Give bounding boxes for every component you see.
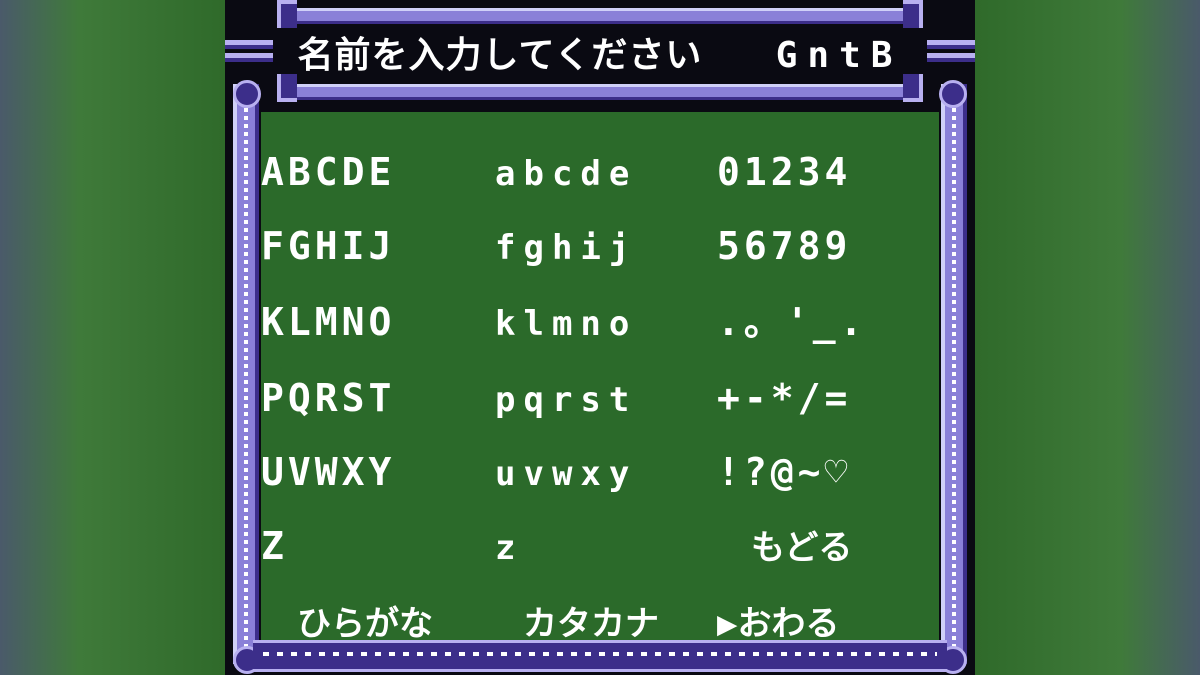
char-row-symbols[interactable]: +-*/= xyxy=(717,374,851,422)
character-grid: ABCDE FGHIJ KLMNO PQRST UVWXY Z abcde fg… xyxy=(261,112,939,644)
char-row-lowercase[interactable]: z xyxy=(495,524,523,572)
header-corner xyxy=(903,0,923,28)
char-row-symbols[interactable]: .。'_. xyxy=(717,298,867,346)
title-stripe-left xyxy=(225,40,273,66)
header-text: 名前を入力してください GntB xyxy=(295,30,905,82)
header-corner xyxy=(277,0,297,28)
keyboard-frame: ABCDE FGHIJ KLMNO PQRST UVWXY Z abcde fg… xyxy=(233,80,967,674)
katakana-option[interactable]: カタカナ xyxy=(523,602,659,646)
char-row-lowercase[interactable]: klmno xyxy=(495,300,637,348)
char-row-lowercase[interactable]: abcde xyxy=(495,150,637,198)
char-row-lowercase[interactable]: fghij xyxy=(495,224,637,272)
char-row-uppercase[interactable]: KLMNO xyxy=(261,298,395,346)
char-row-lowercase[interactable]: uvwxy xyxy=(495,450,637,498)
name-prompt: 名前を入力してください xyxy=(297,35,703,76)
title-stripe-right xyxy=(927,40,975,66)
back-option[interactable]: もどる xyxy=(751,526,852,570)
frame-knob xyxy=(939,80,967,108)
char-row-uppercase[interactable]: FGHIJ xyxy=(261,222,395,270)
char-row-uppercase[interactable]: ABCDE xyxy=(261,148,395,196)
char-row-uppercase[interactable]: UVWXY xyxy=(261,448,395,496)
finish-label: おわる xyxy=(737,604,840,644)
header-border-top xyxy=(295,8,905,24)
frame-pillar-left xyxy=(233,84,259,664)
right-backdrop xyxy=(975,0,1200,675)
char-row-lowercase[interactable]: pqrst xyxy=(495,376,637,424)
hiragana-option[interactable]: ひらがな xyxy=(297,602,433,646)
cursor-arrow-icon: ▶ xyxy=(717,604,738,644)
char-row-uppercase[interactable]: PQRST xyxy=(261,374,395,422)
char-row-symbols[interactable]: 56789 xyxy=(717,222,851,270)
frame-knob xyxy=(233,80,261,108)
left-backdrop xyxy=(0,0,225,675)
finish-option[interactable]: ▶おわる xyxy=(717,602,839,646)
char-row-uppercase[interactable]: Z xyxy=(261,522,288,570)
game-screen: 名前を入力してください GntB ABCDE FGHIJ KLMNO PQRST… xyxy=(225,0,975,675)
char-row-symbols[interactable]: !?@~♡ xyxy=(717,448,851,496)
char-row-symbols[interactable]: 01234 xyxy=(717,148,851,196)
frame-pillar-right xyxy=(941,84,967,664)
current-name-field[interactable]: GntB xyxy=(776,35,903,76)
